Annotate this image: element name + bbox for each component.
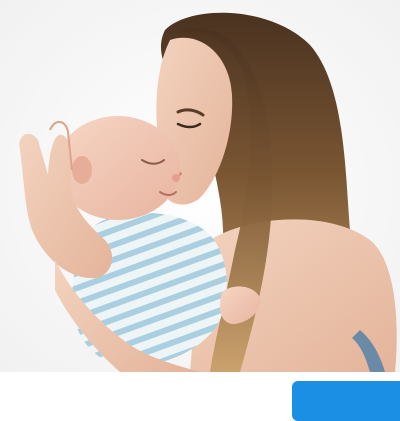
photo	[0, 0, 400, 372]
photo-illustration	[0, 0, 400, 372]
action-button[interactable]	[292, 381, 400, 421]
